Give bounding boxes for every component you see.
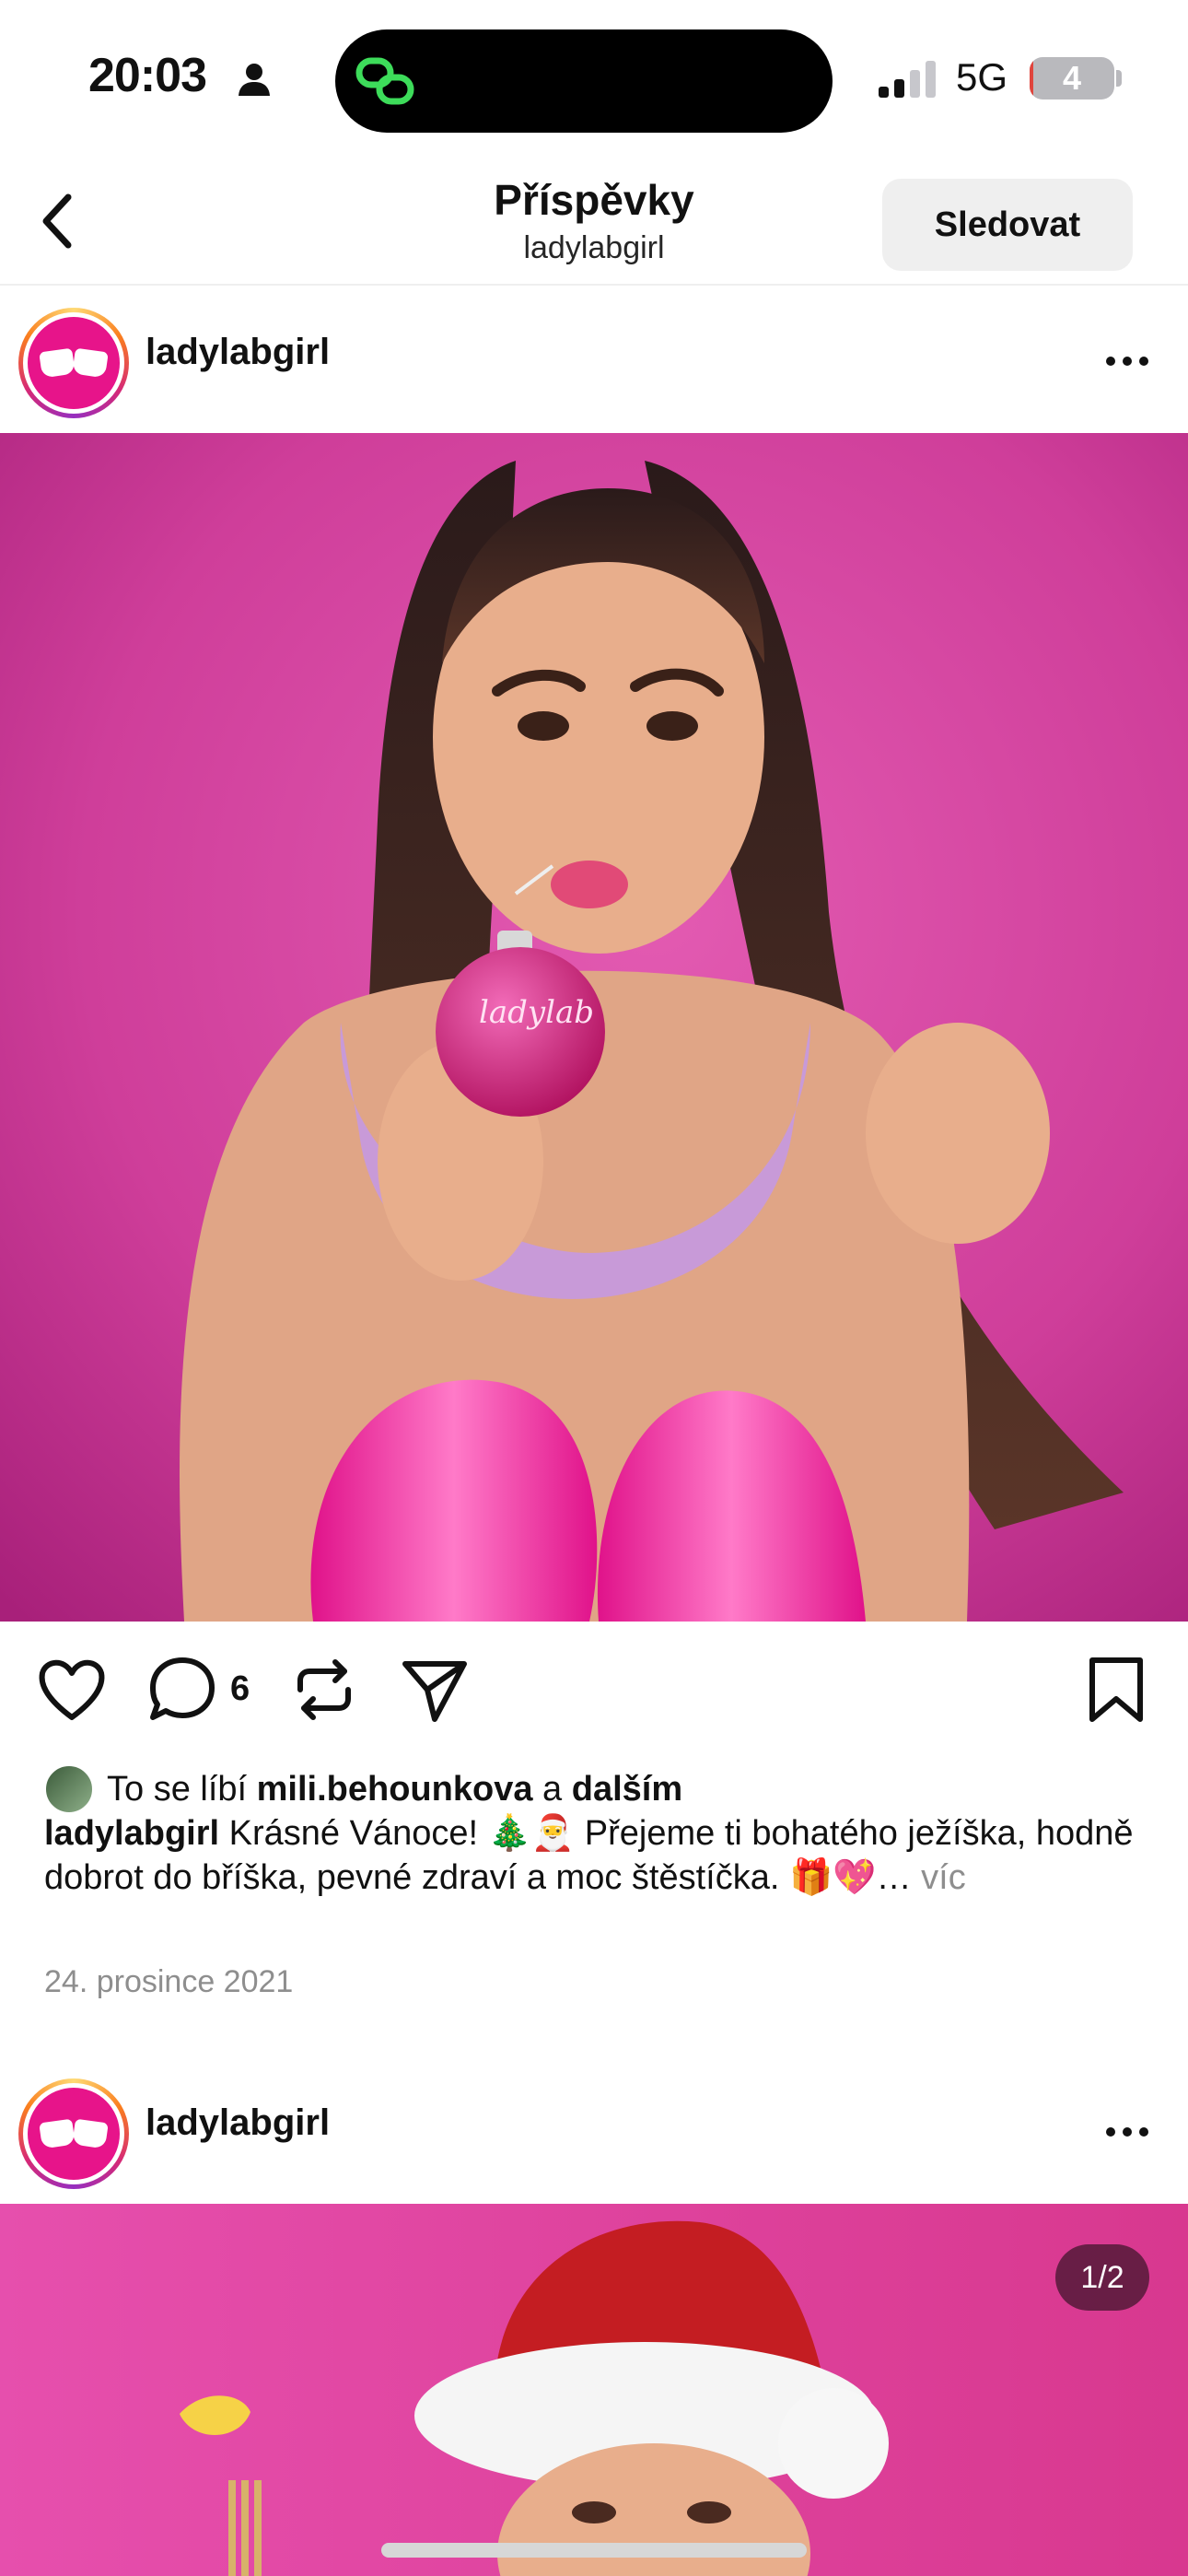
likes-user[interactable]: mili.behounkova xyxy=(257,1770,533,1809)
post-photo: ladylab xyxy=(0,433,1188,1622)
comment-icon[interactable] xyxy=(146,1653,219,1727)
battery-icon: 4 xyxy=(1030,57,1114,100)
share-icon[interactable] xyxy=(398,1653,472,1727)
post-caption: ladylabgirl Krásné Vánoce! 🎄🎅 Přejeme ti… xyxy=(44,1811,1149,1900)
post-image-2[interactable] xyxy=(0,2204,1188,2576)
logo-shape xyxy=(72,347,109,379)
person-icon xyxy=(239,64,270,96)
likes-prefix: To se líbí xyxy=(107,1769,248,1809)
more-options-icon[interactable] xyxy=(1101,2113,1153,2150)
comment-count: 6 xyxy=(230,1669,250,1708)
network-label: 5G xyxy=(956,55,1008,99)
ornament-text: ladylab xyxy=(479,994,594,1031)
nav-header: Příspěvky ladylabgirl Sledovat xyxy=(0,157,1188,286)
bookmark-icon[interactable] xyxy=(1079,1653,1153,1727)
brand-logo xyxy=(28,2088,120,2180)
battery-level: 4 xyxy=(1062,59,1082,97)
avatar[interactable] xyxy=(18,2078,129,2189)
status-time: 20:03 xyxy=(88,49,207,102)
heart-icon[interactable] xyxy=(35,1653,109,1727)
logo-shape xyxy=(39,2118,76,2149)
brand-logo xyxy=(28,317,120,409)
follow-button[interactable]: Sledovat xyxy=(882,179,1133,271)
avatar-ring xyxy=(23,2083,124,2184)
battery-tip xyxy=(1116,70,1122,87)
avatar[interactable] xyxy=(18,308,129,418)
post-date: 24. prosince 2021 xyxy=(44,1964,294,1999)
post-username[interactable]: ladylabgirl xyxy=(146,2102,330,2144)
post-header: ladylabgirl xyxy=(0,286,1188,433)
home-indicator[interactable] xyxy=(381,2543,807,2558)
post-image[interactable]: ladylab xyxy=(0,433,1188,1622)
post-username[interactable]: ladylabgirl xyxy=(146,332,330,373)
more-options-icon[interactable] xyxy=(1101,343,1153,380)
post-photo-2 xyxy=(0,2204,1188,2576)
more-link[interactable]: víc xyxy=(921,1858,966,1897)
liker-avatar xyxy=(44,1764,94,1814)
likes-joiner: a xyxy=(542,1769,563,1809)
post-actions: 6 xyxy=(0,1622,1188,1760)
signal-icon xyxy=(879,61,936,98)
dynamic-island[interactable] xyxy=(335,29,833,133)
status-bar: 20:03 5G 4 xyxy=(0,0,1188,157)
chain-link-icon xyxy=(355,57,414,105)
repost-icon[interactable] xyxy=(287,1653,361,1727)
image-counter-badge: 1/2 xyxy=(1055,2244,1149,2311)
avatar-ring xyxy=(23,312,124,414)
likes-others[interactable]: dalším xyxy=(572,1770,682,1809)
logo-shape xyxy=(72,2118,109,2149)
post-header-2: ladylabgirl xyxy=(0,2056,1188,2204)
logo-shape xyxy=(39,347,76,379)
likes-line[interactable]: To se líbí mili.behounkova a dalším xyxy=(44,1762,682,1817)
caption-username[interactable]: ladylabgirl xyxy=(44,1814,219,1853)
